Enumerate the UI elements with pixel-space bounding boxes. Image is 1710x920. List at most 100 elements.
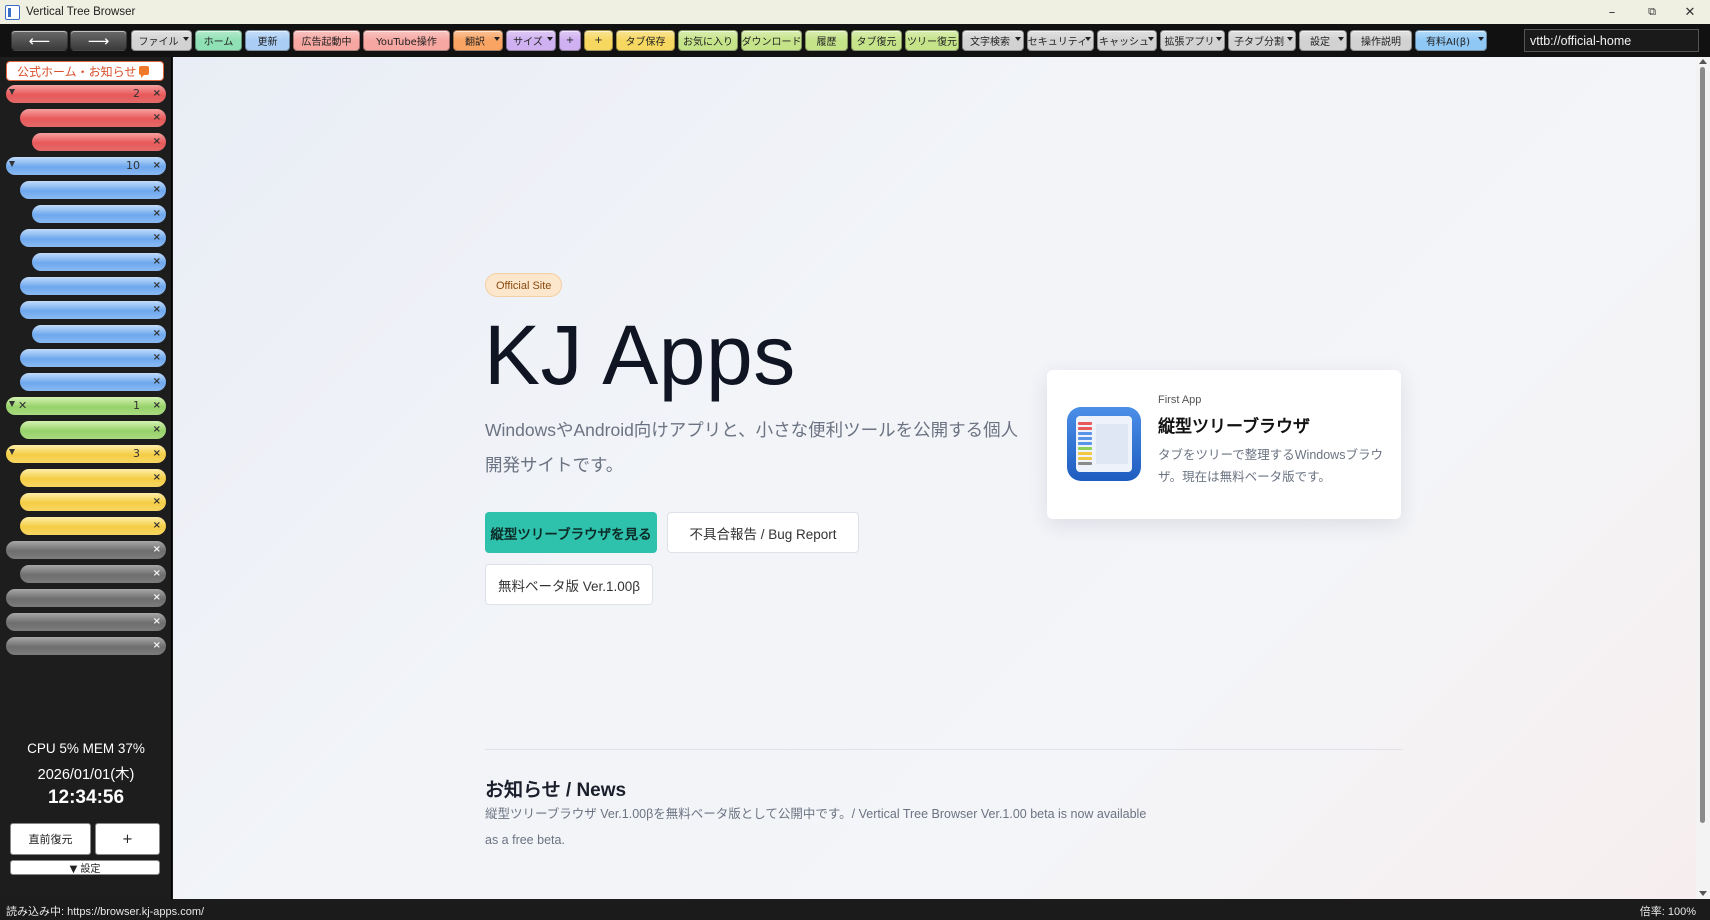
minimize-button[interactable]: –: [1592, 0, 1632, 24]
pinned-tab-official-home[interactable]: 公式ホーム・お知らせ: [6, 61, 164, 81]
tree-tab[interactable]: ×: [6, 541, 166, 559]
collapse-toggle-icon[interactable]: [9, 161, 15, 167]
toolbar-button-7[interactable]: +: [559, 30, 581, 51]
tree-tab[interactable]: ×: [20, 493, 166, 511]
chevron-down-icon: [1085, 37, 1091, 41]
toolbar-button-12[interactable]: 履歴: [805, 30, 848, 51]
toolbar-button-0[interactable]: ファイル: [131, 30, 192, 51]
tree-tab[interactable]: 3 ×: [6, 445, 166, 463]
free-beta-button[interactable]: 無料ベータ版 Ver.1.00β: [485, 564, 653, 605]
close-button[interactable]: ✕: [1670, 0, 1710, 24]
close-tab-icon[interactable]: ×: [153, 421, 161, 439]
toolbar-button-5[interactable]: 翻訳: [453, 30, 503, 51]
tree-tab[interactable]: ×: [32, 133, 166, 151]
close-tab-icon[interactable]: ×: [153, 517, 161, 535]
toolbar-button-20[interactable]: 設定: [1299, 30, 1347, 51]
toolbar-button-14[interactable]: ツリー復元: [905, 30, 959, 51]
toolbar-button-6[interactable]: サイズ: [506, 30, 556, 51]
close-tab-icon[interactable]: ×: [153, 493, 161, 511]
tree-tab[interactable]: ×: [32, 253, 166, 271]
toolbar-button-19[interactable]: 子タブ分割: [1228, 30, 1296, 51]
mute-icon[interactable]: ✕: [18, 397, 27, 415]
toolbar-button-22[interactable]: 有料AI(β): [1415, 30, 1487, 51]
back-button[interactable]: ⟵: [11, 30, 68, 51]
toolbar-button-1[interactable]: ホーム: [195, 30, 242, 51]
close-tab-icon[interactable]: ×: [153, 325, 161, 343]
add-tab-button[interactable]: +: [95, 823, 160, 855]
close-tab-icon[interactable]: ×: [153, 253, 161, 271]
close-tab-icon[interactable]: ×: [153, 613, 161, 631]
app-card-description: タブをツリーで整理するWindowsブラウザ。現在は無料ベータ版です。: [1158, 448, 1383, 484]
page-scrollbar[interactable]: [1696, 57, 1710, 899]
toolbar-button-13[interactable]: タブ復元: [851, 30, 902, 51]
close-tab-icon[interactable]: ×: [153, 469, 161, 487]
close-tab-icon[interactable]: ×: [153, 589, 161, 607]
close-tab-icon[interactable]: ×: [153, 85, 161, 103]
tree-tab[interactable]: ×: [20, 421, 166, 439]
tree-tab[interactable]: ✕ 1 ×: [6, 397, 166, 415]
close-tab-icon[interactable]: ×: [153, 397, 161, 415]
toolbar-button-16[interactable]: セキュリティ: [1027, 30, 1094, 51]
restore-last-button[interactable]: 直前復元: [10, 823, 91, 855]
bug-report-button[interactable]: 不具合報告 / Bug Report: [667, 512, 859, 553]
tree-tab[interactable]: ×: [20, 181, 166, 199]
toolbar-button-2[interactable]: 更新: [245, 30, 290, 51]
close-tab-icon[interactable]: ×: [153, 229, 161, 247]
hero-description: WindowsやAndroid向けアプリと、小さな便利ツールを公開する個人開発サ…: [485, 420, 1019, 475]
toolbar-button-17[interactable]: キャッシュ: [1097, 30, 1157, 51]
tree-tab[interactable]: 10 ×: [6, 157, 166, 175]
close-tab-icon[interactable]: ×: [153, 157, 161, 175]
toolbar-button-15[interactable]: 文字検索: [962, 30, 1024, 51]
tree-tab[interactable]: ×: [32, 205, 166, 223]
close-tab-icon[interactable]: ×: [153, 565, 161, 583]
tree-tab[interactable]: ×: [20, 109, 166, 127]
close-tab-icon[interactable]: ×: [153, 541, 161, 559]
tree-tab[interactable]: ×: [32, 325, 166, 343]
forward-button[interactable]: ⟶: [70, 30, 127, 51]
collapse-toggle-icon[interactable]: [9, 89, 15, 95]
view-tree-browser-button[interactable]: 縦型ツリーブラウザを見る: [485, 512, 657, 553]
toolbar-button-10[interactable]: お気に入り: [678, 30, 738, 51]
tree-tab[interactable]: 2 ×: [6, 85, 166, 103]
app-card[interactable]: First App 縦型ツリーブラウザ タブをツリーで整理するWindowsブラ…: [1047, 370, 1401, 519]
toolbar-button-9[interactable]: タブ保存: [616, 30, 675, 51]
address-bar[interactable]: [1524, 29, 1699, 52]
restore-button[interactable]: ⧉: [1632, 0, 1672, 24]
child-count: 1: [133, 399, 140, 412]
tree-tab[interactable]: ×: [20, 229, 166, 247]
close-tab-icon[interactable]: ×: [153, 181, 161, 199]
close-tab-icon[interactable]: ×: [153, 133, 161, 151]
close-tab-icon[interactable]: ×: [153, 301, 161, 319]
close-tab-icon[interactable]: ×: [153, 637, 161, 655]
tree-tab[interactable]: ×: [6, 613, 166, 631]
tree-tab[interactable]: ×: [20, 517, 166, 535]
toolbar-button-18[interactable]: 拡張アプリ: [1160, 30, 1225, 51]
tree-tab[interactable]: ×: [20, 349, 166, 367]
scrollbar-thumb[interactable]: [1700, 67, 1705, 823]
close-tab-icon[interactable]: ×: [153, 277, 161, 295]
close-tab-icon[interactable]: ×: [153, 445, 161, 463]
tree-tab[interactable]: ×: [20, 301, 166, 319]
collapse-toggle-icon[interactable]: [9, 401, 15, 407]
chevron-down-icon: [183, 37, 189, 41]
settings-toggle-button[interactable]: ▼ 設定: [10, 860, 160, 875]
tree-tab[interactable]: ×: [20, 373, 166, 391]
toolbar-button-4[interactable]: YouTube操作: [363, 30, 450, 51]
tree-tab[interactable]: ×: [20, 277, 166, 295]
toolbar-button-8[interactable]: +: [584, 30, 613, 51]
toolbar-button-21[interactable]: 操作説明: [1350, 30, 1412, 51]
cpu-mem-readout: CPU 5% MEM 37%: [27, 741, 145, 756]
close-tab-icon[interactable]: ×: [153, 205, 161, 223]
child-count: 2: [133, 87, 140, 100]
toolbar-button-11[interactable]: ダウンロード: [741, 30, 802, 51]
close-tab-icon[interactable]: ×: [153, 349, 161, 367]
chevron-down-icon: [1478, 37, 1484, 41]
toolbar-button-3[interactable]: 広告起動中: [293, 30, 360, 51]
close-tab-icon[interactable]: ×: [153, 109, 161, 127]
tree-tab[interactable]: ×: [6, 589, 166, 607]
close-tab-icon[interactable]: ×: [153, 373, 161, 391]
collapse-toggle-icon[interactable]: [9, 449, 15, 455]
tree-tab[interactable]: ×: [6, 637, 166, 655]
tree-tab[interactable]: ×: [20, 565, 166, 583]
tree-tab[interactable]: ×: [20, 469, 166, 487]
